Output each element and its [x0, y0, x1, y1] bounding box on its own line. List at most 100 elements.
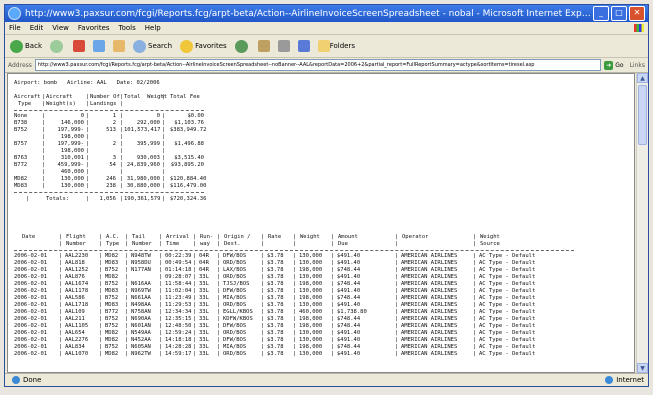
- column-separator: |: [42, 148, 46, 154]
- detail-cell: AMERICAN AIRLINES: [401, 253, 458, 259]
- mail-button[interactable]: [257, 40, 270, 52]
- menu-favorites[interactable]: Favorites: [78, 24, 110, 32]
- print-button[interactable]: [277, 40, 290, 52]
- detail-cell: 2006-02-01: [14, 274, 48, 280]
- folders-button[interactable]: Folders: [317, 40, 355, 52]
- minimize-button[interactable]: _: [593, 6, 609, 21]
- column-separator: |: [261, 309, 265, 315]
- detail-cell: N616AA: [131, 281, 151, 287]
- column-separator: |: [473, 281, 477, 287]
- detail-cell: N452AA: [131, 337, 151, 343]
- column-separator: |: [293, 288, 297, 294]
- column-separator: |: [293, 281, 297, 287]
- summary-cell-weight: 310,001: [60, 155, 84, 161]
- column-separator: |: [261, 241, 265, 247]
- column-separator: |: [99, 288, 103, 294]
- summary-cell-fee: $383,949.72: [170, 127, 207, 133]
- column-separator: |: [193, 316, 197, 322]
- maximize-button[interactable]: □: [611, 6, 627, 21]
- column-separator: |: [59, 274, 63, 280]
- detail-cell: $748.44: [337, 323, 361, 329]
- vertical-scrollbar[interactable]: ▲ ▼: [636, 73, 648, 373]
- scroll-down-button[interactable]: ▼: [637, 363, 648, 373]
- detail-cell: N177AN: [131, 267, 151, 273]
- column-separator: |: [42, 162, 46, 168]
- favorites-button[interactable]: Favorites: [180, 39, 227, 53]
- detail-cell: 198,000: [299, 267, 323, 273]
- column-separator: |: [217, 260, 221, 266]
- detail-cell: $3.78: [267, 295, 284, 301]
- scroll-thumb[interactable]: [638, 85, 647, 145]
- detail-cell: 04R: [199, 253, 209, 259]
- column-separator: |: [193, 302, 197, 308]
- forward-arrow-icon: [50, 39, 63, 53]
- detail-header-orig-b: Dest.: [224, 241, 241, 247]
- home-button[interactable]: [113, 40, 125, 52]
- column-separator: |: [193, 267, 197, 273]
- go-button[interactable]: ➜ Go: [604, 60, 624, 70]
- close-button[interactable]: ✕: [629, 6, 645, 21]
- column-separator: |: [125, 274, 129, 280]
- column-separator: |: [162, 134, 166, 140]
- edit-button[interactable]: [297, 40, 310, 52]
- menu-edit[interactable]: Edit: [30, 24, 44, 32]
- column-separator: |: [395, 351, 399, 357]
- detail-cell: AC Type - Default: [479, 309, 536, 315]
- column-separator: |: [261, 260, 265, 266]
- summary-cell-weight: 197,999-: [57, 127, 85, 133]
- windows-flag-icon: [634, 24, 644, 32]
- column-separator: |: [86, 134, 90, 140]
- edit-icon: [297, 40, 310, 52]
- back-button[interactable]: Back: [10, 39, 42, 53]
- column-separator: |: [120, 183, 124, 189]
- search-button[interactable]: Search: [133, 39, 172, 53]
- column-separator: |: [261, 344, 265, 350]
- column-separator: |: [159, 295, 163, 301]
- column-separator: |: [120, 196, 124, 202]
- detail-cell: $491.40: [337, 253, 361, 259]
- detail-cell: MIA/BOS: [223, 344, 247, 350]
- column-separator: |: [59, 337, 63, 343]
- detail-cell: AC Type - Default: [479, 288, 536, 294]
- column-separator: |: [193, 295, 197, 301]
- address-input[interactable]: http://www3.paxsur.com/fcgi/Reports.fcg/…: [34, 59, 602, 71]
- column-separator: |: [159, 234, 163, 240]
- scroll-up-button[interactable]: ▲: [637, 73, 648, 83]
- detail-cell: MD82: [105, 337, 119, 343]
- column-separator: |: [193, 253, 197, 259]
- column-separator: |: [473, 330, 477, 336]
- column-separator: |: [159, 316, 163, 322]
- menu-view[interactable]: View: [52, 24, 69, 32]
- column-separator: |: [217, 323, 221, 329]
- column-separator: |: [293, 309, 297, 315]
- detail-cell: $3.78: [267, 302, 284, 308]
- menu-file[interactable]: File: [9, 24, 21, 32]
- summary-cell-landings: 2: [112, 120, 116, 126]
- menu-tools[interactable]: Tools: [119, 24, 136, 32]
- detail-cell: 33L: [199, 281, 209, 287]
- column-separator: |: [159, 337, 163, 343]
- detail-cell: 11:23:49: [165, 295, 192, 301]
- links-button[interactable]: Links: [630, 62, 645, 69]
- column-separator: |: [86, 148, 90, 154]
- column-separator: |: [159, 267, 163, 273]
- detail-cell: 130,000: [299, 351, 323, 357]
- summary-cell-weight: 130,000: [60, 183, 84, 189]
- column-separator: |: [395, 274, 399, 280]
- detail-cell: B752: [105, 281, 119, 287]
- forward-button[interactable]: [50, 39, 65, 53]
- column-separator: |: [293, 241, 297, 247]
- column-separator: |: [159, 281, 163, 287]
- column-separator: |: [59, 323, 63, 329]
- column-separator: |: [331, 330, 335, 336]
- media-button[interactable]: [234, 39, 250, 53]
- column-separator: |: [162, 141, 166, 147]
- menu-help[interactable]: Help: [145, 24, 161, 32]
- summary-cell-weight: 198,000: [60, 134, 84, 140]
- detail-cell: 11:58:44: [165, 281, 192, 287]
- refresh-button[interactable]: [93, 40, 105, 52]
- column-separator: |: [162, 162, 166, 168]
- stop-button[interactable]: [73, 40, 85, 52]
- summary-cell-weight: 146,000: [60, 120, 84, 126]
- summary-cell-weight: 197,999-: [57, 141, 85, 147]
